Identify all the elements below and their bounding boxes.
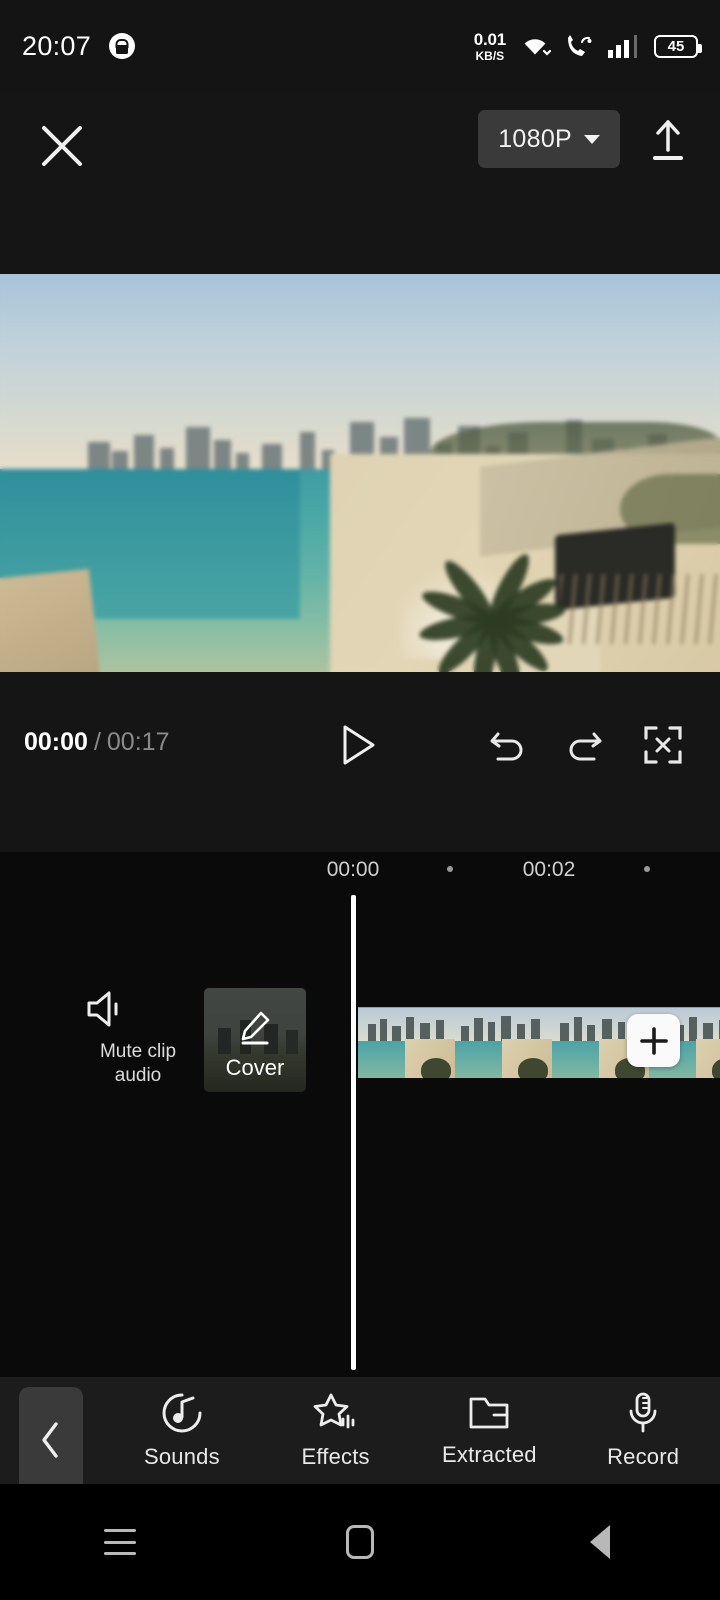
- speaker-mute-icon: [83, 988, 193, 1030]
- resolution-label: 1080P: [498, 124, 572, 153]
- toolbar-label-effects: Effects: [301, 1444, 370, 1469]
- clip-thumbnail: [358, 1008, 455, 1078]
- mute-clip-audio-label: Mute clip audio: [99, 1041, 177, 1086]
- video-preview[interactable]: [0, 274, 720, 672]
- toolbar-items: Sounds Effects Extracted Record: [105, 1377, 720, 1484]
- video-editor-screen: 20:07 0.01 KB/S 45 1080P 00:00 / 00:17 0…: [0, 0, 720, 1600]
- toolbar-item-effects[interactable]: Effects: [259, 1377, 413, 1484]
- ruler-tick-dot: [447, 866, 453, 872]
- lock-icon: [109, 33, 136, 59]
- music-disc-icon: [160, 1391, 204, 1435]
- video-frame: [0, 274, 720, 672]
- top-bar: 1080P: [0, 92, 720, 274]
- wifi-icon: [519, 34, 551, 58]
- undo-icon[interactable]: [484, 724, 528, 768]
- play-icon[interactable]: [335, 722, 381, 768]
- ruler-tick-label: 00:00: [326, 858, 380, 881]
- android-nav-bar: [0, 1484, 720, 1600]
- timeline-ruler[interactable]: 00:00 00:02: [0, 852, 720, 904]
- folder-icon: [467, 1393, 511, 1433]
- current-time: 00:00: [24, 728, 88, 756]
- playback-bar: 00:00 / 00:17: [0, 672, 720, 852]
- export-upload-icon[interactable]: [644, 116, 692, 164]
- recents-menu-icon[interactable]: [0, 1529, 240, 1555]
- time-separator: /: [93, 728, 101, 756]
- ruler-tick-label: 00:02: [522, 858, 576, 881]
- signal-bars-icon: [607, 34, 641, 58]
- home-icon[interactable]: [240, 1525, 480, 1559]
- cover-button[interactable]: Cover: [204, 988, 306, 1092]
- add-clip-button[interactable]: [627, 1014, 680, 1067]
- status-bar: 20:07 0.01 KB/S 45: [0, 0, 720, 92]
- network-speed-indicator: 0.01 KB/S: [474, 31, 506, 62]
- network-speed-unit: KB/S: [475, 48, 505, 63]
- toolbar-label-extracted: Extracted: [442, 1442, 537, 1467]
- toolbar-item-record[interactable]: Record: [566, 1377, 720, 1484]
- microphone-icon: [623, 1391, 663, 1435]
- pencil-edit-icon: [237, 1010, 273, 1046]
- clip-thumbnail: [455, 1008, 552, 1078]
- cover-label: Cover: [225, 1055, 285, 1080]
- fullscreen-icon[interactable]: [642, 724, 684, 766]
- blur-overlay: [0, 274, 720, 672]
- battery-level: 45: [667, 37, 685, 55]
- chevron-left-icon: [36, 1418, 66, 1462]
- battery-indicator: 45: [654, 34, 702, 58]
- toolbar-label-sounds: Sounds: [143, 1444, 220, 1469]
- status-bar-left: 20:07: [22, 30, 136, 62]
- status-time: 20:07: [22, 30, 92, 61]
- mute-clip-audio-button[interactable]: Mute clip audio: [83, 988, 193, 1088]
- ruler-tick-dot: [644, 866, 650, 872]
- bottom-toolbar: Sounds Effects Extracted Record: [0, 1377, 720, 1492]
- redo-icon[interactable]: [564, 724, 608, 768]
- star-effects-icon: [313, 1391, 359, 1435]
- call-wifi-icon: [564, 33, 594, 59]
- status-bar-right: 0.01 KB/S 45: [474, 31, 702, 62]
- toolbar-label-record: Record: [607, 1444, 680, 1469]
- plus-icon: [637, 1024, 671, 1058]
- chevron-down-icon: [584, 134, 600, 144]
- total-time: 00:17: [106, 728, 170, 756]
- network-speed-value: 0.01: [473, 29, 506, 49]
- resolution-selector[interactable]: 1080P: [478, 110, 620, 168]
- toolbar-back-button[interactable]: [19, 1387, 83, 1492]
- back-triangle-icon[interactable]: [480, 1525, 720, 1559]
- timeline-panel[interactable]: 00:00 00:02 Mute clip audio Cover: [0, 852, 720, 1377]
- toolbar-item-extracted[interactable]: Extracted: [413, 1377, 567, 1484]
- timeline-playhead[interactable]: [351, 895, 356, 1370]
- time-readout: 00:00 / 00:17: [24, 728, 169, 757]
- close-icon[interactable]: [36, 120, 88, 172]
- toolbar-item-sounds[interactable]: Sounds: [105, 1377, 259, 1484]
